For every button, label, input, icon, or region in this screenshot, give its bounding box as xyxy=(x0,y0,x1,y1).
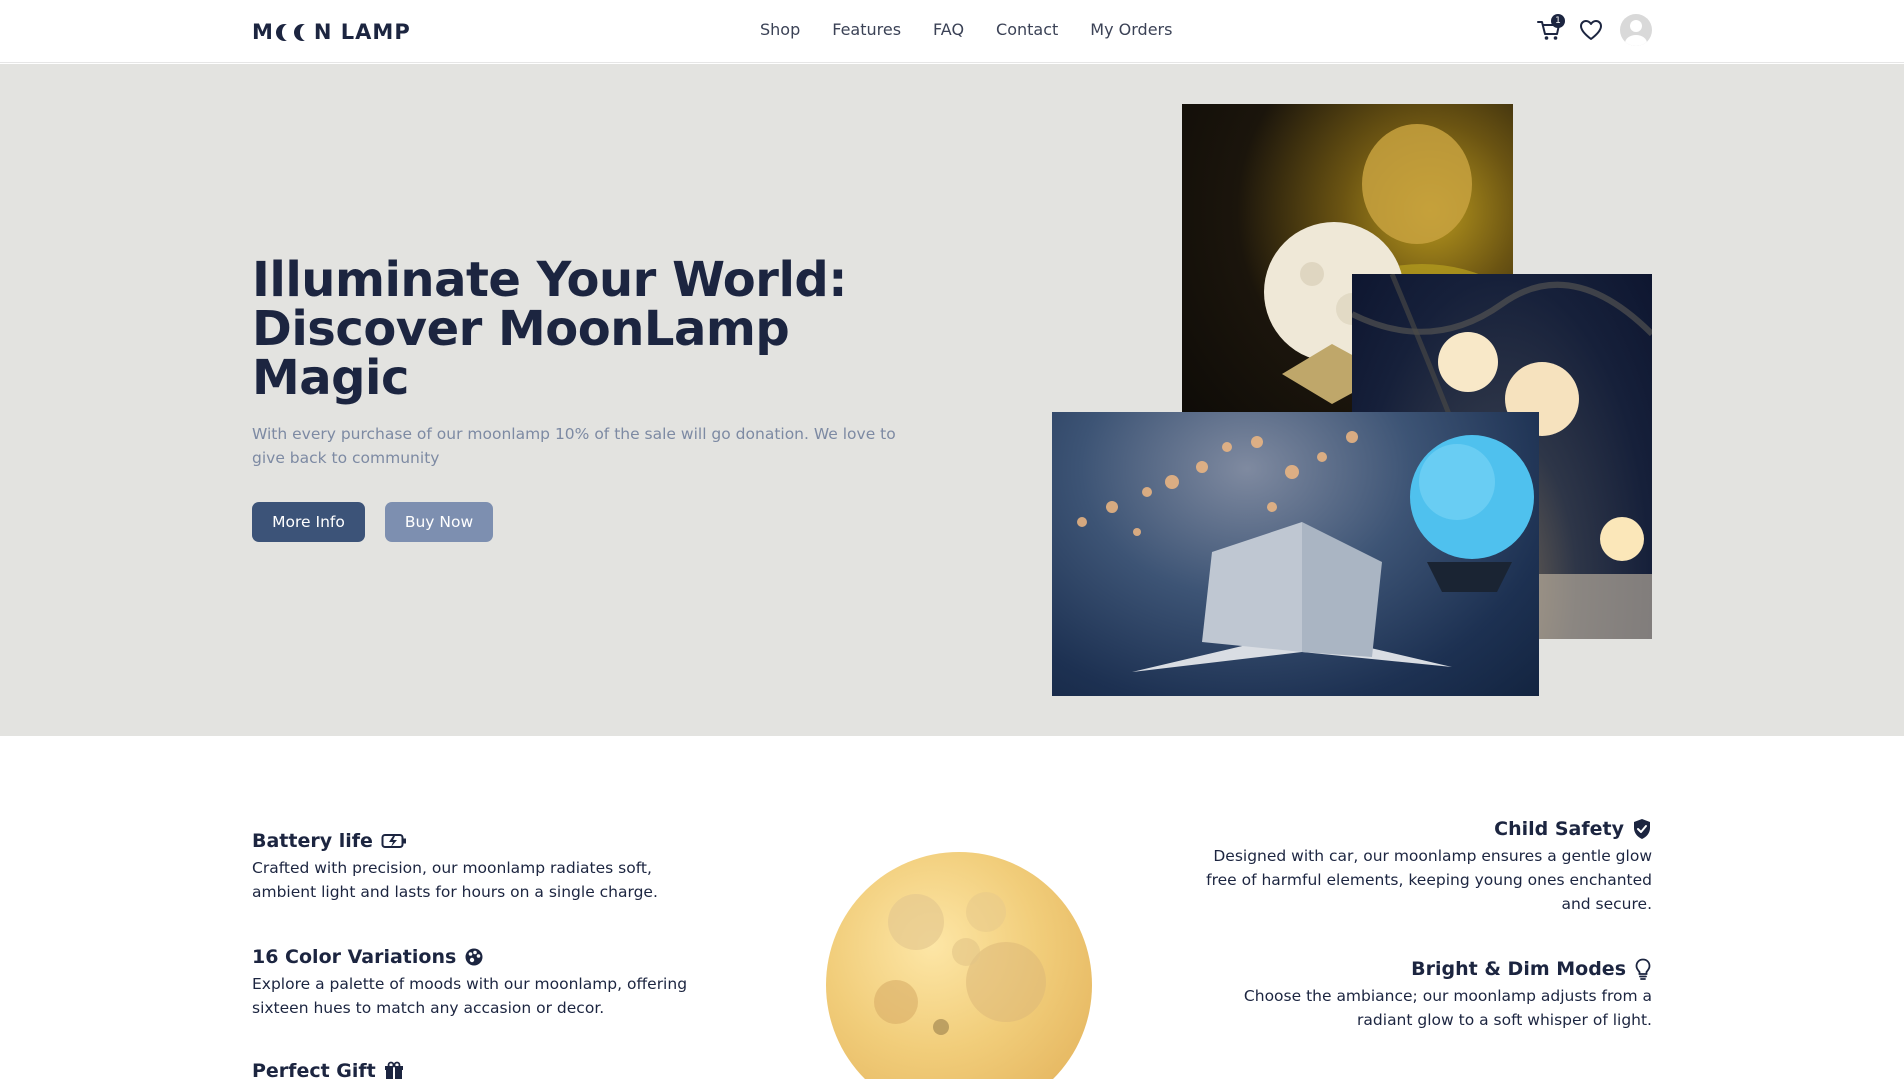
nav-shop[interactable]: Shop xyxy=(760,20,800,39)
feature-safety-title: Child Safety xyxy=(1494,818,1652,840)
nav-my-orders[interactable]: My Orders xyxy=(1090,20,1172,39)
feature-colors-title: 16 Color Variations xyxy=(252,946,484,968)
header-actions: 1 xyxy=(1536,14,1652,46)
more-info-button[interactable]: More Info xyxy=(252,502,365,542)
battery-charge-icon xyxy=(381,834,406,848)
logo-moons-icon xyxy=(275,23,313,41)
feature-safety-text: Designed with car, our moonlamp ensures … xyxy=(1206,847,1652,913)
user-avatar-icon[interactable] xyxy=(1620,14,1652,46)
hero-section: Illuminate Your World: Discover MoonLamp… xyxy=(0,64,1904,736)
moon-lamp-image xyxy=(826,852,1092,1079)
cart-button[interactable]: 1 xyxy=(1536,14,1565,43)
hero-subtitle: With every purchase of our moonlamp 10% … xyxy=(252,425,896,467)
hero-title: Illuminate Your World: Discover MoonLamp… xyxy=(252,252,847,406)
site-header: M N LAMP Shop Features FAQ Contact My Or… xyxy=(0,0,1904,63)
lightbulb-icon xyxy=(1635,958,1651,980)
feature-battery-title: Battery life xyxy=(252,830,407,852)
photo-blue-moon-lamp-with-book xyxy=(1052,412,1539,696)
heart-icon[interactable] xyxy=(1578,17,1604,43)
main-nav: Shop Features FAQ Contact My Orders xyxy=(760,20,1172,39)
nav-features[interactable]: Features xyxy=(832,20,901,39)
feature-gift-title: Perfect Gift xyxy=(252,1060,404,1079)
cart-count-badge: 1 xyxy=(1551,14,1565,28)
logo-text-end: N LAMP xyxy=(313,20,411,44)
shield-check-icon xyxy=(1634,819,1650,839)
nav-faq[interactable]: FAQ xyxy=(933,20,964,39)
gift-icon xyxy=(384,1061,403,1079)
feature-battery-text: Crafted with precision, our moonlamp rad… xyxy=(252,859,658,901)
palette-icon xyxy=(465,948,483,966)
feature-colors-text: Explore a palette of moods with our moon… xyxy=(252,975,688,1017)
nav-contact[interactable]: Contact xyxy=(996,20,1058,39)
logo-text-start: M xyxy=(252,20,274,44)
feature-modes-text: Choose the ambiance; our moonlamp adjust… xyxy=(1243,987,1652,1029)
buy-now-button[interactable]: Buy Now xyxy=(385,502,493,542)
logo[interactable]: M N LAMP xyxy=(252,20,411,44)
feature-modes-title: Bright & Dim Modes xyxy=(1411,958,1652,980)
